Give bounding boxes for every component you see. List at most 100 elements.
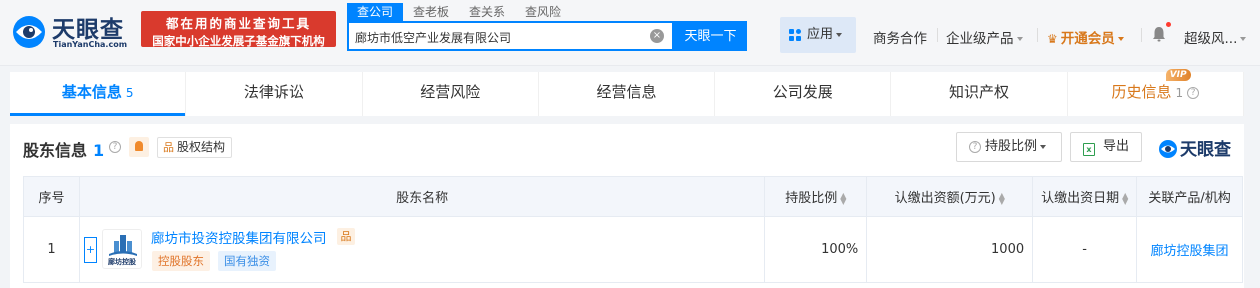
- grid-icon: [789, 29, 802, 42]
- tab-legal[interactable]: 法律诉讼: [186, 72, 363, 116]
- search-type-tabs: 查公司 查老板 查关系 查风险: [347, 3, 571, 21]
- sort-ratio-label: 持股比例: [985, 139, 1038, 154]
- col-header-ratio[interactable]: 持股比例 ▲ ▼: [764, 176, 868, 217]
- slogan-line2: 国家中小企业发展子基金旗下机构: [152, 34, 325, 48]
- tianyancha-watermark-logo: 天眼查: [1158, 135, 1231, 160]
- excel-icon: x: [1083, 143, 1095, 156]
- tab-ip[interactable]: 知识产权: [891, 72, 1068, 116]
- tab-count: 1: [1175, 86, 1184, 100]
- chevron-down-icon: [1117, 37, 1124, 41]
- nav-enterprise-label: 企业级产品: [946, 31, 1014, 47]
- chevron-down-icon: [1240, 37, 1247, 41]
- sort-ratio-button[interactable]: ? 持股比例: [956, 132, 1062, 162]
- export-button[interactable]: x 导出: [1070, 132, 1142, 162]
- bell-icon[interactable]: [1152, 26, 1166, 42]
- slogan-banner: 都在用的商业查询工具 国家中小企业发展子基金旗下机构: [141, 11, 336, 48]
- help-icon[interactable]: ?: [109, 141, 121, 153]
- sort-icon: ▲ ▼: [840, 190, 847, 206]
- help-icon: ?: [969, 140, 981, 153]
- app-menu-button[interactable]: 应用: [780, 17, 856, 53]
- slogan-line1: 都在用的商业查询工具: [165, 16, 311, 31]
- logo-text: 天眼查: [52, 17, 124, 43]
- tianyancha-logo[interactable]: 天眼查 TianYanCha.com: [10, 8, 138, 54]
- cell-ratio: 100%: [764, 216, 868, 283]
- nav-vip[interactable]: ♛ 开通会员: [1047, 27, 1124, 47]
- col-header-amount[interactable]: 认缴出资额(万元) ▲ ▼: [866, 176, 1034, 217]
- table-header-row: 序号 股东名称 持股比例 ▲ ▼ 认缴出资额(万元) ▲ ▼ 认缴出资日期 ▲ ▼ 关联产品…: [23, 176, 1243, 217]
- equity-structure-button[interactable]: 品股权结构: [157, 137, 233, 158]
- nav-user-label: 超级风...: [1184, 31, 1238, 47]
- tab-label: 基本信息: [61, 83, 122, 101]
- tab-history[interactable]: VIP 历史信息 1?: [1068, 69, 1244, 116]
- col-header-index: 序号: [23, 176, 80, 217]
- tag-state-owned: 国有独资: [217, 251, 276, 271]
- logo-eye-icon: [13, 16, 45, 48]
- tab-label: 公司发展: [772, 83, 833, 101]
- cell-index: 1: [23, 216, 80, 283]
- search-button[interactable]: 天眼一下: [674, 21, 747, 51]
- sort-icon: ▲ ▼: [1122, 190, 1129, 206]
- vip-badge: VIP: [1165, 69, 1191, 81]
- search-tab-relation[interactable]: 查关系: [459, 3, 515, 21]
- nav-business[interactable]: 商务合作: [873, 27, 927, 47]
- cell-date: -: [1032, 216, 1138, 283]
- tab-label: 知识产权: [949, 83, 1010, 101]
- search-tab-boss[interactable]: 查老板: [403, 3, 459, 21]
- col-header-date[interactable]: 认缴出资日期 ▲ ▼: [1032, 176, 1138, 217]
- col-header-name: 股东名称: [78, 176, 766, 217]
- watermark-text: 天眼查: [1180, 140, 1231, 160]
- tab-risk[interactable]: 经营风险: [363, 72, 539, 116]
- search-tab-risk[interactable]: 查风险: [515, 3, 571, 21]
- cell-related: 廊坊控股集团: [1136, 216, 1243, 283]
- nav-divider: [1037, 28, 1038, 42]
- monitor-bell-icon[interactable]: [129, 137, 149, 157]
- chevron-down-icon: [836, 32, 843, 37]
- col-header-date-label: 认缴出资日期: [1041, 191, 1120, 206]
- help-icon[interactable]: ?: [1187, 86, 1200, 99]
- shareholder-name-link[interactable]: 廊坊市投资控股集团有限公司: [151, 227, 327, 247]
- chevron-down-icon: [1016, 37, 1023, 41]
- logo-subtext: TianYanCha.com: [53, 40, 128, 49]
- search-tab-company[interactable]: 查公司: [347, 3, 404, 21]
- company-tabs: 基本信息 5 法律诉讼 经营风险 经营信息 公司发展 知识产权 VIP 历史信息 1…: [10, 69, 1244, 116]
- nav-enterprise[interactable]: 企业级产品: [946, 27, 1023, 47]
- col-header-amount-label: 认缴出资额(万元): [894, 191, 996, 206]
- table-row: 1 + 廊坊控股 廊坊市投资控股集团有限公司 品 控股股东 国有独资 100% …: [23, 216, 1243, 283]
- logo-eye-icon: [1159, 140, 1177, 158]
- org-chart-icon: 品: [163, 141, 174, 154]
- shareholder-table: 序号 股东名称 持股比例 ▲ ▼ 认缴出资额(万元) ▲ ▼ 认缴出资日期 ▲ ▼ 关联产品…: [23, 176, 1243, 283]
- tag-controlling-shareholder: 控股股东: [151, 251, 210, 271]
- tab-operation[interactable]: 经营信息: [539, 72, 716, 116]
- equity-structure-label: 股权结构: [177, 140, 226, 154]
- cell-amount: 1000: [866, 216, 1034, 283]
- tab-development[interactable]: 公司发展: [715, 72, 892, 116]
- tab-count: 5: [125, 86, 134, 100]
- tab-label: 经营信息: [596, 83, 657, 101]
- company-logo[interactable]: 廊坊控股: [101, 229, 142, 269]
- related-product-link[interactable]: 廊坊控股集团: [1151, 244, 1229, 259]
- crown-icon: ♛: [1047, 32, 1058, 46]
- nav-vip-label: 开通会员: [1060, 31, 1115, 47]
- search-input[interactable]: [355, 28, 645, 46]
- expand-button[interactable]: +: [83, 236, 97, 263]
- panel-count: 1: [93, 141, 105, 160]
- app-menu-label: 应用: [807, 27, 834, 42]
- search-box: ×: [347, 21, 674, 51]
- nav-divider: [937, 28, 938, 42]
- nav-user[interactable]: 超级风...: [1184, 27, 1247, 47]
- col-header-related: 关联产品/机构: [1136, 176, 1243, 217]
- sort-icon: ▲ ▼: [998, 190, 1005, 206]
- panel-title: 股东信息 1: [23, 137, 104, 161]
- top-header: 天眼查 TianYanCha.com 都在用的商业查询工具 国家中小企业发展子基…: [0, 0, 1260, 66]
- company-logo-text: 廊坊控股: [107, 258, 136, 266]
- clear-icon[interactable]: ×: [650, 29, 664, 43]
- tab-label: 经营风险: [420, 83, 481, 101]
- shareholder-panel: 股东信息 1 ? 品股权结构 ? 持股比例 x 导出 天眼查 序号 股东名称 持股比例…: [10, 124, 1244, 288]
- tab-basic-info[interactable]: 基本信息 5: [10, 72, 187, 116]
- notification-dot: [1166, 22, 1171, 27]
- tab-label: 历史信息: [1111, 83, 1172, 101]
- org-chart-icon[interactable]: 品: [336, 228, 355, 245]
- nav-divider: [1141, 28, 1142, 42]
- export-label: 导出: [1103, 139, 1130, 154]
- cell-shareholder: + 廊坊控股 廊坊市投资控股集团有限公司 品 控股股东 国有独资: [78, 216, 766, 283]
